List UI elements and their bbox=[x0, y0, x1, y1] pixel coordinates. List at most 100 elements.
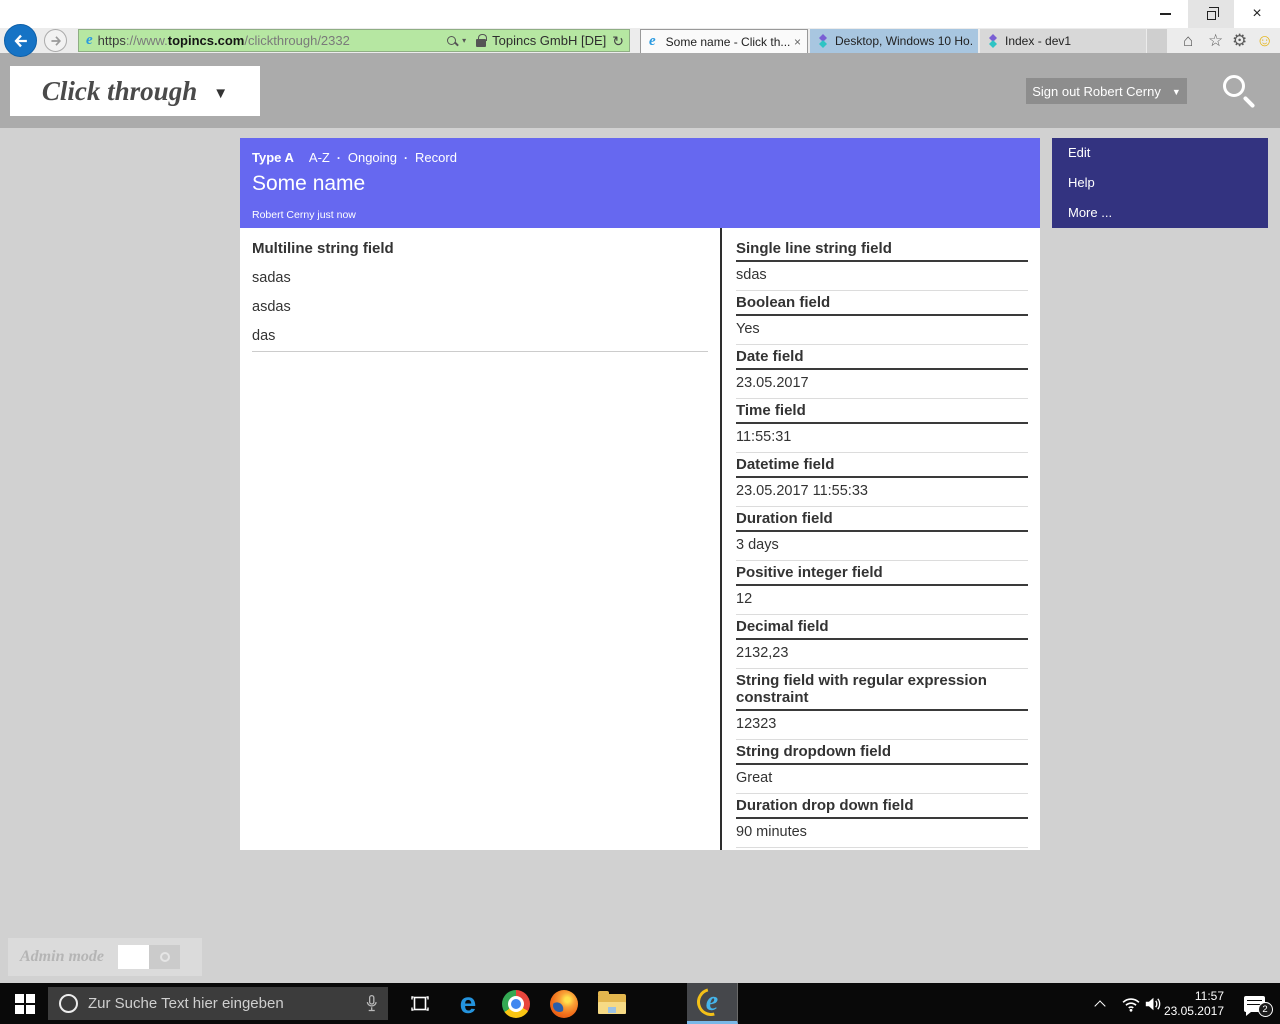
tab-title: Some name - Click th... bbox=[666, 35, 790, 49]
search-icon[interactable] bbox=[447, 36, 456, 45]
field-label: Time field bbox=[736, 402, 1028, 424]
field-row: Single line string fieldsdas bbox=[736, 240, 1028, 291]
taskbar-search[interactable] bbox=[48, 987, 388, 1020]
smiley-feedback-icon[interactable]: ☺ bbox=[1256, 28, 1273, 53]
home-icon[interactable]: ⌂ bbox=[1183, 28, 1193, 53]
field-value: sdas bbox=[736, 262, 1028, 291]
address-bar[interactable]: e https://www.topincs.com/clickthrough/2… bbox=[78, 29, 630, 52]
close-icon: × bbox=[1252, 6, 1261, 22]
signout-label: Sign out Robert Cerny bbox=[1032, 84, 1161, 99]
menu-item-edit[interactable]: Edit bbox=[1068, 146, 1252, 160]
field-value: 2132,23 bbox=[736, 640, 1028, 669]
chevron-up-icon bbox=[1094, 1000, 1105, 1011]
taskbar-edge-button[interactable]: e bbox=[444, 983, 492, 1024]
edge-icon: e bbox=[460, 989, 477, 1019]
separator: · bbox=[337, 151, 341, 165]
field-value: 12323 bbox=[736, 711, 1028, 740]
field-value: sadas bbox=[252, 270, 708, 286]
browser-chrome: e https://www.topincs.com/clickthrough/2… bbox=[0, 28, 1280, 53]
close-button[interactable]: × bbox=[1234, 0, 1280, 28]
new-tab-button[interactable] bbox=[1147, 29, 1167, 53]
app-title-dropdown[interactable]: Click through ▼ bbox=[10, 66, 260, 116]
field-label: Boolean field bbox=[736, 294, 1028, 316]
file-explorer-icon bbox=[598, 994, 626, 1014]
search-caret-icon[interactable]: ▾ bbox=[462, 36, 466, 45]
header-search-button[interactable] bbox=[1222, 74, 1256, 110]
toggle-off-half bbox=[118, 945, 149, 969]
microphone-icon[interactable] bbox=[365, 994, 378, 1014]
url-path: /clickthrough/2332 bbox=[244, 33, 350, 48]
field-value: 23.05.2017 11:55:33 bbox=[736, 478, 1028, 507]
record-breadcrumb: Type A A-Z · Ongoing · Record bbox=[252, 150, 1028, 165]
internet-explorer-icon: e bbox=[695, 985, 729, 1019]
field-row: Date field23.05.2017 bbox=[736, 348, 1028, 399]
ie-page-icon: e bbox=[86, 33, 93, 48]
admin-mode-toggle[interactable] bbox=[118, 945, 180, 969]
task-view-button[interactable] bbox=[398, 983, 442, 1024]
admin-mode-control: Admin mode bbox=[8, 938, 202, 976]
nav-record[interactable]: Record bbox=[415, 150, 457, 165]
minimize-button[interactable] bbox=[1142, 0, 1188, 28]
field-value: 3 days bbox=[736, 532, 1028, 561]
field-row: String dropdown fieldGreat bbox=[736, 743, 1028, 794]
field-value: 12 bbox=[736, 586, 1028, 615]
gear-icon[interactable]: ⚙ bbox=[1232, 28, 1247, 53]
right-column: Single line string fieldsdas Boolean fie… bbox=[722, 228, 1040, 850]
field-value: 11:55:31 bbox=[736, 424, 1028, 453]
lock-icon[interactable] bbox=[476, 39, 486, 47]
topincs-favicon bbox=[816, 34, 830, 48]
folder-chip bbox=[608, 1007, 616, 1013]
taskbar-ie-button-active[interactable]: e bbox=[687, 983, 738, 1024]
field-value: Yes bbox=[736, 316, 1028, 345]
tray-clock[interactable]: 11:57 23.05.2017 bbox=[1162, 983, 1224, 1024]
clock-date: 23.05.2017 bbox=[1164, 1004, 1224, 1019]
forward-button[interactable] bbox=[44, 29, 67, 52]
menu-item-help[interactable]: Help bbox=[1068, 176, 1252, 190]
field-label: Decimal field bbox=[736, 618, 1028, 640]
field-row: String field with regular expression con… bbox=[736, 672, 1028, 740]
url-text[interactable]: https://www.topincs.com/clickthrough/233… bbox=[98, 33, 447, 48]
field-value: das bbox=[252, 328, 708, 344]
tray-action-center[interactable]: 2 bbox=[1234, 983, 1274, 1024]
address-bar-controls: ▾ Topincs GmbH [DE] ↻ bbox=[447, 33, 624, 48]
url-prefix: ://www. bbox=[126, 33, 168, 48]
page-title: Some name bbox=[252, 172, 1028, 196]
field-label: Duration field bbox=[736, 510, 1028, 532]
taskbar-search-input[interactable] bbox=[88, 995, 365, 1012]
window-controls: × bbox=[1142, 0, 1280, 28]
tab-some-name[interactable]: e Some name - Click th... × bbox=[640, 29, 808, 53]
refresh-icon[interactable]: ↻ bbox=[612, 34, 624, 48]
record-body: Multiline string field sadas asdas das S… bbox=[240, 228, 1040, 850]
tray-show-hidden-icons[interactable] bbox=[1090, 983, 1110, 1024]
tab-index-dev1[interactable]: Index - dev1 bbox=[980, 29, 1146, 53]
menu-item-more[interactable]: More ... bbox=[1068, 206, 1252, 220]
windows-logo-icon bbox=[15, 994, 24, 1003]
tab-close-icon[interactable]: × bbox=[794, 35, 801, 49]
taskbar-firefox-button[interactable] bbox=[540, 983, 588, 1024]
context-menu: Edit Help More ... bbox=[1052, 138, 1268, 228]
signout-button[interactable]: Sign out Robert Cerny ▼ bbox=[1026, 78, 1187, 104]
field-row: Boolean fieldYes bbox=[736, 294, 1028, 345]
favorites-star-icon[interactable]: ☆ bbox=[1208, 28, 1223, 53]
nav-az[interactable]: A-Z bbox=[309, 150, 330, 165]
speaker-icon bbox=[1144, 996, 1162, 1012]
cortana-icon bbox=[59, 994, 78, 1013]
field-label: Date field bbox=[736, 348, 1028, 370]
tab-desktop-windows[interactable]: Desktop, Windows 10 Ho... bbox=[810, 29, 978, 53]
forward-arrow-icon bbox=[49, 34, 63, 48]
record-byline: Robert Cerny just now bbox=[252, 209, 1028, 221]
certificate-name[interactable]: Topincs GmbH [DE] bbox=[492, 33, 606, 48]
notification-icon: 2 bbox=[1244, 996, 1265, 1012]
nav-ongoing[interactable]: Ongoing bbox=[348, 150, 397, 165]
search-icon bbox=[1223, 75, 1245, 97]
back-button[interactable] bbox=[4, 24, 37, 57]
restore-button[interactable] bbox=[1188, 0, 1234, 28]
field-label: String dropdown field bbox=[736, 743, 1028, 765]
start-button[interactable] bbox=[0, 983, 48, 1024]
field-label: Multiline string field bbox=[252, 240, 708, 257]
field-row: Duration field3 days bbox=[736, 510, 1028, 561]
taskbar-explorer-button[interactable] bbox=[588, 983, 636, 1024]
taskbar-chrome-button[interactable] bbox=[492, 983, 540, 1024]
separator: · bbox=[404, 151, 408, 165]
record-header: Type A A-Z · Ongoing · Record Some name … bbox=[240, 138, 1040, 228]
